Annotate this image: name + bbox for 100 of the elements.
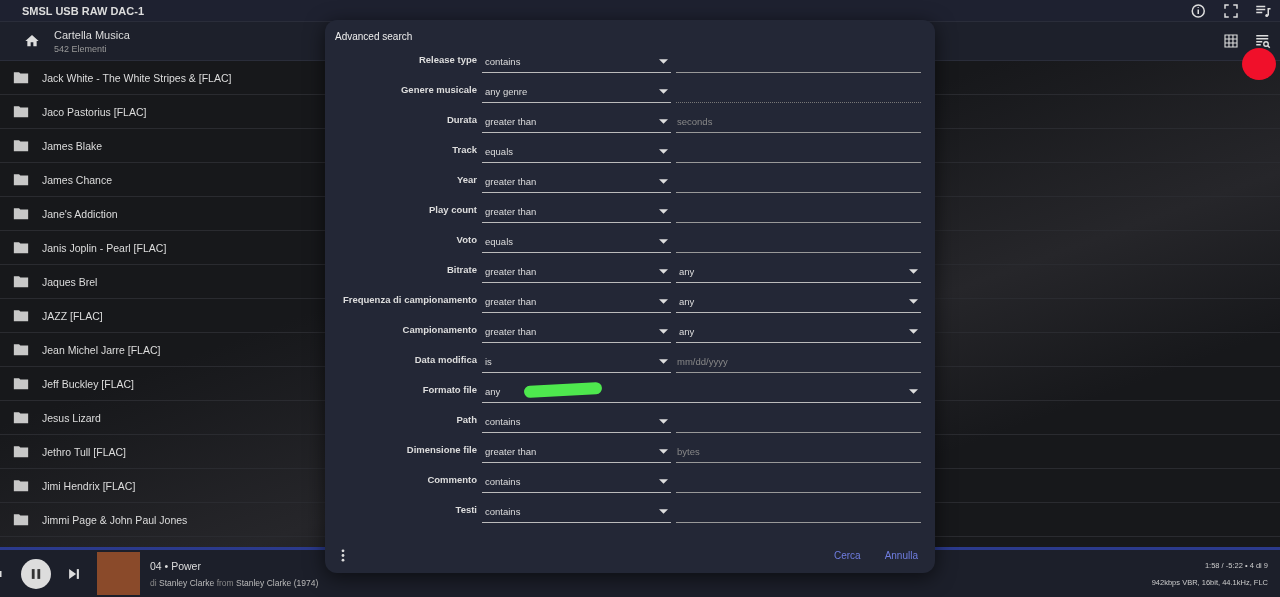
folder-name: Janis Joplin - Pearl [FLAC]: [42, 241, 167, 254]
fullscreen-icon[interactable]: [1222, 1, 1240, 20]
folder-name: Jean Michel Jarre [FLAC]: [42, 343, 161, 356]
caret-icon: [659, 149, 668, 154]
dialog-button[interactable]: Annulla: [878, 546, 924, 565]
folder-name: Jaques Brel: [42, 275, 98, 288]
operator-dropdown[interactable]: greater than: [482, 111, 671, 133]
caret-icon: [659, 299, 668, 304]
folder-name: Jane's Addiction: [42, 207, 118, 220]
caret-icon: [659, 509, 668, 514]
operator-dropdown[interactable]: greater than: [482, 441, 671, 463]
more-icon[interactable]: [341, 549, 345, 562]
next-icon[interactable]: [67, 566, 81, 581]
operator-dropdown[interactable]: contains: [482, 411, 671, 433]
folder-icon: [13, 71, 29, 84]
field-label: Formato file: [421, 384, 477, 397]
field-label: Data modifica: [413, 354, 477, 367]
operator-dropdown[interactable]: greater than: [482, 291, 671, 313]
folder-icon: [13, 275, 29, 288]
operator-dropdown[interactable]: equals: [482, 141, 671, 163]
pause-icon: [29, 566, 43, 581]
folder-icon: [13, 105, 29, 118]
field-label: Durata: [445, 114, 477, 127]
caret-icon: [909, 389, 918, 394]
folder-icon: [13, 411, 29, 424]
item-count: 542 Elementi: [54, 43, 108, 54]
caret-icon: [659, 179, 668, 184]
folder-icon: [13, 173, 29, 186]
folder-icon: [13, 139, 29, 152]
operator-dropdown[interactable]: equals: [482, 231, 671, 253]
folder-icon: [13, 445, 29, 458]
grid-icon[interactable]: [1222, 32, 1240, 50]
album-art-placeholder: [97, 552, 140, 595]
folder-name: Jimmi Page & John Paul Jones: [42, 513, 188, 526]
folder-name: JAZZ [FLAC]: [42, 309, 103, 322]
caret-icon: [659, 329, 668, 334]
operator-dropdown[interactable]: greater than: [482, 261, 671, 283]
value-dropdown[interactable]: any: [676, 291, 921, 313]
value-field[interactable]: bytes: [676, 441, 921, 463]
operator-dropdown[interactable]: is: [482, 351, 671, 373]
info-icon[interactable]: [1190, 1, 1208, 20]
caret-icon: [659, 239, 668, 244]
field-label: Genere musicale: [399, 84, 477, 97]
caret-icon: [909, 299, 918, 304]
operator-dropdown[interactable]: contains: [482, 501, 671, 523]
folder-name: James Chance: [42, 173, 113, 186]
field-label: Track: [451, 144, 477, 157]
field-label: Path: [455, 414, 477, 427]
field-label: Commento: [426, 474, 477, 487]
value-field[interactable]: seconds: [676, 111, 921, 133]
folder-name: Jimi Hendrix [FLAC]: [42, 479, 136, 492]
caret-icon: [659, 209, 668, 214]
field-label: Release type: [417, 54, 477, 67]
folder-name: Jesus Lizard: [42, 411, 101, 424]
folder-icon: [13, 343, 29, 356]
field-label: Campionamento: [401, 324, 477, 337]
field-label: Voto: [455, 234, 477, 247]
player-name: SMSL USB RAW DAC-1: [22, 4, 145, 17]
field-label: Year: [455, 174, 477, 187]
folder-icon: [13, 377, 29, 390]
value-field[interactable]: mm/dd/yyyy: [676, 351, 921, 373]
field-label: Bitrate: [445, 264, 477, 277]
folder-icon: [13, 309, 29, 322]
caret-icon: [909, 329, 918, 334]
folder-icon: [13, 241, 29, 254]
track-title: 04 • Power: [150, 559, 202, 572]
folder-title: Cartella Musica: [54, 28, 130, 41]
caret-icon: [659, 89, 668, 94]
annotation-blob: [1242, 48, 1276, 80]
track-artist: di Stanley Clarke from Stanley Clarke (1974): [150, 577, 319, 588]
folder-icon: [13, 207, 29, 220]
operator-dropdown[interactable]: greater than: [482, 171, 671, 193]
dialog-title: Advanced search: [335, 31, 414, 42]
folder-name: Jack White - The White Stripes & [FLAC]: [42, 71, 232, 84]
value-dropdown[interactable]: any: [676, 321, 921, 343]
caret-icon: [659, 449, 668, 454]
filter-search-icon[interactable]: [1254, 32, 1272, 50]
folder-name: Jaco Pastorius [FLAC]: [42, 105, 147, 118]
home-icon[interactable]: [24, 33, 40, 49]
caret-icon: [909, 269, 918, 274]
folder-icon: [13, 479, 29, 492]
value-dropdown[interactable]: any: [676, 261, 921, 283]
caret-icon: [659, 269, 668, 274]
operator-dropdown[interactable]: contains: [482, 51, 671, 73]
caret-icon: [659, 59, 668, 64]
operator-dropdown[interactable]: greater than: [482, 201, 671, 223]
pause-button[interactable]: [21, 558, 51, 589]
folder-name: James Blake: [42, 139, 103, 152]
field-label: Play count: [427, 204, 477, 217]
dialog-button[interactable]: Cerca: [827, 546, 867, 565]
folder-name: Jeff Buckley [FLAC]: [42, 377, 134, 390]
operator-dropdown[interactable]: any: [482, 381, 921, 403]
field-label: Testi: [454, 504, 477, 517]
caret-icon: [659, 419, 668, 424]
field-label: Dimensione file: [405, 444, 477, 457]
caret-icon: [659, 479, 668, 484]
folder-name: Jethro Tull [FLAC]: [42, 445, 127, 458]
operator-dropdown[interactable]: greater than: [482, 321, 671, 343]
operator-dropdown[interactable]: contains: [482, 471, 671, 493]
folder-icon: [13, 513, 29, 526]
